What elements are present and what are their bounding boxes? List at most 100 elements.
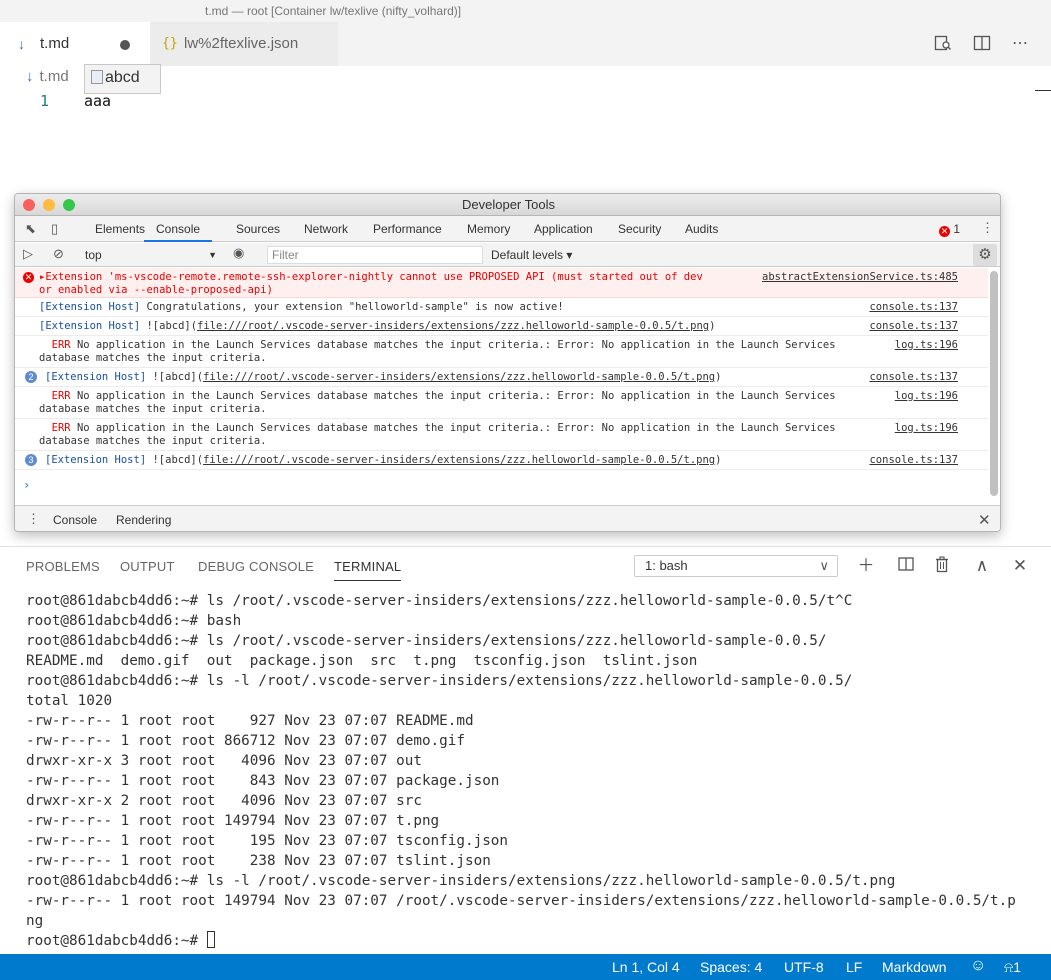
source-link[interactable]: console.ts:137	[869, 371, 958, 384]
source-link[interactable]: console.ts:137	[869, 301, 958, 314]
split-terminal-icon[interactable]	[896, 556, 916, 576]
show-sidebar-icon[interactable]: ▷	[23, 246, 33, 262]
source-link[interactable]: abstractExtensionService.ts:485	[762, 271, 958, 284]
tab-debug-console[interactable]: DEBUG CONSOLE	[198, 559, 314, 574]
device-toolbar-icon[interactable]: ▯	[51, 221, 58, 237]
terminal-line: root@861dabcb4dd6:~# ls /root/.vscode-se…	[26, 593, 853, 609]
file-link[interactable]: file:///root/.vscode-server-insiders/ext…	[203, 371, 715, 383]
close-drawer-icon[interactable]: ✕	[978, 511, 991, 529]
window-title-bar: t.md — root [Container lw/texlive (nifty…	[0, 0, 1051, 22]
terminal-line: drwxr-xr-x 3 root root 4096 Nov 23 07:07…	[26, 753, 422, 769]
source-link[interactable]: log.ts:196	[895, 339, 958, 352]
minimize-window-button[interactable]	[43, 199, 55, 211]
tab-lw-texlive-json[interactable]: {} lw%2ftexlive.json	[150, 22, 338, 66]
language-mode[interactable]: Markdown	[882, 959, 947, 975]
unsaved-dot-icon[interactable]	[120, 40, 130, 50]
devtools-title: Developer Tools	[462, 197, 555, 212]
log-levels-dropdown[interactable]: Default levels ▾	[491, 245, 572, 265]
tab-network[interactable]: Network	[304, 216, 348, 242]
devtools-menu-icon[interactable]: ⋮	[981, 220, 994, 236]
developer-tools-window: Developer Tools ⬉ ▯ Elements Console Sou…	[14, 193, 1001, 532]
tab-audits[interactable]: Audits	[685, 216, 718, 242]
tab-output[interactable]: OUTPUT	[120, 559, 175, 574]
devtools-tabs: ⬉ ▯ Elements Console Sources Network Per…	[15, 216, 1000, 242]
log-text: ![abcd](	[146, 371, 204, 383]
feedback-smiley-icon[interactable]: ☺	[970, 957, 986, 975]
source-link[interactable]: console.ts:137	[869, 454, 958, 467]
drawer-tab-console[interactable]: Console	[45, 506, 105, 531]
tab-application[interactable]: Application	[534, 216, 593, 242]
window-title: t.md — root [Container lw/texlive (nifty…	[205, 4, 462, 18]
tab-terminal[interactable]: TERMINAL	[334, 559, 402, 581]
source-link[interactable]: log.ts:196	[895, 390, 958, 403]
source-link[interactable]: log.ts:196	[895, 422, 958, 435]
maximize-panel-chevron-up-icon[interactable]: ∧	[972, 556, 992, 576]
source-link[interactable]: console.ts:137	[869, 320, 958, 333]
tab-performance[interactable]: Performance	[373, 216, 442, 242]
inspect-element-icon[interactable]: ⬉	[25, 221, 36, 237]
close-panel-icon[interactable]: ✕	[1010, 556, 1030, 576]
close-window-button[interactable]	[23, 199, 35, 211]
extension-host-tag: [Extension Host]	[39, 301, 141, 313]
context-selector[interactable]: top ▼	[85, 245, 217, 265]
terminal-line: -rw-r--r-- 1 root root 195 Nov 23 07:07 …	[26, 833, 509, 849]
log-text: No application in the Launch Services da…	[39, 422, 836, 447]
console-log-row: [Extension Host] ![abcd](file:///root/.v…	[15, 317, 988, 336]
tab-memory[interactable]: Memory	[467, 216, 510, 242]
tab-t-md[interactable]: ↓ t.md	[0, 22, 150, 66]
cursor-position[interactable]: Ln 1, Col 4	[612, 959, 680, 975]
bell-icon: ⍾	[1004, 959, 1014, 975]
encoding[interactable]: UTF-8	[784, 959, 824, 975]
breadcrumb-file: t.md	[39, 68, 69, 85]
log-text: Congratulations, your extension "hellowo…	[140, 301, 564, 313]
tab-problems[interactable]: PROBLEMS	[26, 559, 100, 574]
tab-label: lw%2ftexlive.json	[184, 35, 299, 52]
editor-ruler	[1035, 90, 1051, 91]
console-settings-gear-icon[interactable]: ⚙	[973, 244, 997, 266]
tab-label: t.md	[40, 35, 70, 52]
terminal-cursor	[206, 931, 215, 948]
tab-security[interactable]: Security	[618, 216, 661, 242]
maximize-window-button[interactable]	[63, 199, 75, 211]
console-log-row: 3 [Extension Host] ![abcd](file:///root/…	[15, 451, 988, 470]
file-link[interactable]: file:///root/.vscode-server-insiders/ext…	[203, 454, 715, 466]
drawer-menu-icon[interactable]: ⋮	[27, 511, 40, 527]
terminal-line: -rw-r--r-- 1 root root 149794 Nov 23 07:…	[26, 813, 440, 829]
filter-input[interactable]: Filter	[267, 246, 483, 264]
error-count: 1	[953, 222, 961, 236]
console-prompt-icon[interactable]: ›	[23, 478, 30, 492]
error-counter[interactable]: ✕ 1	[939, 216, 960, 242]
error-text: Extension 'ms-vscode-remote.remote-ssh-e…	[39, 271, 703, 296]
terminal-output[interactable]: root@861dabcb4dd6:~# ls /root/.vscode-se…	[26, 591, 1046, 951]
log-text: ![abcd](	[146, 454, 204, 466]
console-scrollbar[interactable]	[990, 271, 998, 496]
notification-count: 1	[1013, 959, 1022, 975]
console-log-row: [Extension Host] Congratulations, your e…	[15, 298, 988, 317]
breadcrumb[interactable]: ↓ t.md	[26, 68, 69, 85]
tab-elements[interactable]: Elements	[95, 216, 145, 242]
split-editor-icon[interactable]	[972, 34, 992, 54]
console-message-text: [Extension Host] ![abcd](file:///root/.v…	[45, 454, 875, 467]
editor-line[interactable]: aaa	[84, 92, 111, 110]
end-of-line[interactable]: LF	[846, 959, 862, 975]
more-actions-icon[interactable]: ⋯	[1010, 34, 1030, 54]
terminal-line: root@861dabcb4dd6:~# ls /root/.vscode-se…	[26, 633, 827, 649]
new-terminal-icon[interactable]: ＋	[856, 556, 876, 576]
clear-console-icon[interactable]: ⊘	[53, 246, 64, 262]
drawer-tab-rendering[interactable]: Rendering	[116, 506, 171, 531]
terminal-selector-value: 1: bash	[645, 558, 688, 573]
tab-sources[interactable]: Sources	[236, 216, 280, 242]
kill-terminal-trash-icon[interactable]	[932, 556, 952, 576]
tab-console[interactable]: Console	[144, 216, 213, 242]
terminal-line: total 1020	[26, 693, 113, 709]
notifications-button[interactable]: ⍾1	[1004, 959, 1021, 976]
terminal-prompt-line[interactable]: root@861dabcb4dd6:~#	[26, 931, 1046, 951]
open-preview-icon[interactable]	[933, 34, 953, 54]
console-message-text: [Extension Host] Congratulations, your e…	[39, 301, 869, 314]
console-messages: ✕ ▸Extension 'ms-vscode-remote.remote-ss…	[15, 268, 988, 500]
indentation[interactable]: Spaces: 4	[700, 959, 762, 975]
terminal-line: root@861dabcb4dd6:~# bash	[26, 613, 242, 629]
file-link[interactable]: file:///root/.vscode-server-insiders/ext…	[197, 320, 709, 332]
eye-icon[interactable]: ◉	[233, 245, 244, 261]
terminal-selector[interactable]: 1: bash ∨	[634, 555, 838, 577]
